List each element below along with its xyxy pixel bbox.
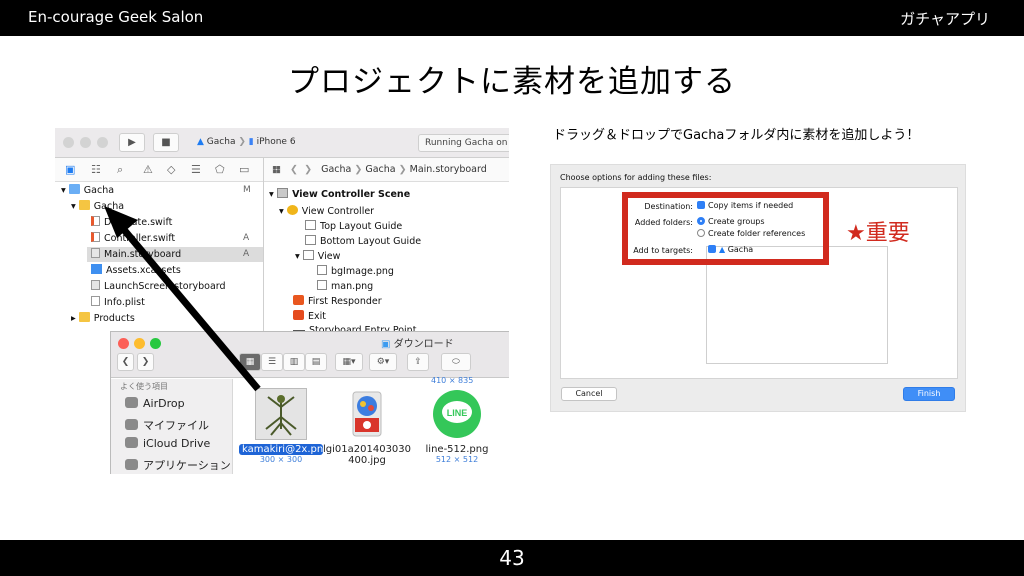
page-number: 43 <box>499 546 525 570</box>
cancel-button[interactable]: Cancel <box>561 387 617 401</box>
highlight-box <box>622 192 829 265</box>
important-label: ★重要 <box>846 221 910 246</box>
finish-button[interactable]: Finish <box>903 387 955 401</box>
dialog-heading: Choose options for adding these files: <box>560 173 712 182</box>
footer-bar: 43 <box>0 540 1024 576</box>
